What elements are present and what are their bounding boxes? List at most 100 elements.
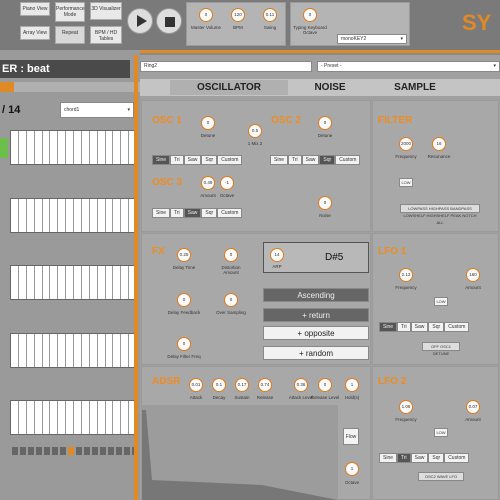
osc1-wave-custom[interactable]: Custom bbox=[217, 155, 243, 165]
osc3-wave-saw[interactable]: Saw bbox=[183, 208, 202, 218]
step-row[interactable] bbox=[10, 400, 138, 435]
osc2-wave-custom[interactable]: Custom bbox=[335, 155, 361, 165]
bpm-hd-tables-button[interactable]: BPM / HD Tables bbox=[90, 26, 122, 44]
osc3-wave-sqr[interactable]: Sqr bbox=[201, 208, 218, 218]
filter-frequency-knob[interactable]: 2000 bbox=[399, 137, 413, 151]
tab-noise[interactable]: NOISE bbox=[290, 80, 370, 95]
column-divider bbox=[134, 55, 138, 500]
array-view-button[interactable]: Array View bbox=[20, 26, 50, 40]
osc3-wave-custom[interactable]: Custom bbox=[217, 208, 243, 218]
step-row[interactable] bbox=[10, 333, 138, 368]
play-button[interactable] bbox=[127, 8, 153, 34]
adsr-flow-button[interactable]: Flow bbox=[343, 428, 359, 445]
lfo1-amount-knob[interactable]: 160 bbox=[466, 268, 480, 282]
adsr-sustain-knob[interactable]: 0.17 bbox=[235, 378, 249, 392]
step-row[interactable] bbox=[10, 198, 138, 233]
delay-filter-knob[interactable]: 0 bbox=[177, 337, 191, 351]
osc1-wave-saw[interactable]: Saw bbox=[183, 155, 202, 165]
lfo1-wave-sqr[interactable]: Sqr bbox=[428, 322, 445, 332]
chevron-down-icon: ▾ bbox=[400, 36, 403, 42]
distortion-knob[interactable]: 0 bbox=[224, 248, 238, 262]
adsr-attack-level-knob[interactable]: 0.36 bbox=[294, 378, 308, 392]
lfo1-wave-tri[interactable]: Tri bbox=[397, 322, 411, 332]
adsr-release-level-knob[interactable]: 0 bbox=[318, 378, 332, 392]
swing-knob[interactable]: 0.11 bbox=[263, 8, 277, 22]
tab-oscillator[interactable]: OSCILLATOR bbox=[170, 80, 288, 95]
distortion-label: Distortion Amount bbox=[221, 265, 241, 275]
lfo2-wave-sqr[interactable]: Sqr bbox=[428, 453, 445, 463]
noise-label: Noise bbox=[319, 213, 331, 218]
osc3-octave-knob[interactable]: -1 bbox=[220, 176, 234, 190]
osc2-detune-label: Detune bbox=[317, 133, 333, 138]
osc3-wave-tri[interactable]: Tri bbox=[170, 208, 184, 218]
arp-mode-ascending[interactable]: Ascending bbox=[263, 288, 369, 302]
adsr-release-knob[interactable]: 0.74 bbox=[258, 378, 272, 392]
lfo2-wave-saw[interactable]: Saw bbox=[410, 453, 429, 463]
osc2-wave-saw[interactable]: Saw bbox=[301, 155, 320, 165]
repeat-button[interactable]: Repeat bbox=[55, 26, 85, 44]
lfo2-low-button[interactable]: LOW bbox=[434, 428, 448, 437]
performance-mode-button[interactable]: Performance Mode bbox=[55, 2, 85, 22]
track-active-indicator bbox=[0, 138, 8, 158]
preset-select[interactable]: - Preset - ▾ bbox=[317, 61, 500, 72]
osc-mix-knob[interactable]: 0.5 bbox=[248, 124, 262, 138]
arp-knob[interactable]: 14 bbox=[270, 248, 284, 262]
arp-mode-return[interactable]: + return bbox=[263, 308, 369, 322]
osc1-wave-sine[interactable]: Sine bbox=[152, 155, 171, 165]
step-row[interactable] bbox=[10, 265, 138, 300]
progress-fill bbox=[0, 82, 14, 92]
osc3-wave-sine[interactable]: Sine bbox=[152, 208, 171, 218]
osc3-amount-knob[interactable]: 0.49 bbox=[201, 176, 215, 190]
patch-name-input[interactable]: Ring2 bbox=[140, 61, 312, 72]
delay-feedback-knob[interactable]: 0 bbox=[177, 293, 191, 307]
lfo1-wave-custom[interactable]: Custom bbox=[444, 322, 470, 332]
osc1-wave-tri[interactable]: Tri bbox=[170, 155, 184, 165]
lfo1-frequency-label: Frequency bbox=[395, 285, 417, 290]
noise-knob[interactable]: 0 bbox=[318, 196, 332, 210]
bpm-knob[interactable]: 120 bbox=[231, 8, 245, 22]
lfo1-target-selector[interactable]: OFF OSC1 DETUNE bbox=[422, 342, 460, 356]
lfo2-title: LFO 2 bbox=[378, 376, 407, 387]
osc1-detune-knob[interactable]: 0 bbox=[201, 116, 215, 130]
lfo2-wave-custom[interactable]: Custom bbox=[444, 453, 470, 463]
lfo1-frequency-knob[interactable]: 2.13 bbox=[399, 268, 413, 282]
lfo2-frequency-knob[interactable]: 1.06 bbox=[399, 400, 413, 414]
filter-type-selector[interactable]: LOWPASS HIGHPASS BANDPASS LOWSHELF HIGHS… bbox=[400, 204, 480, 225]
lfo2-amount-knob[interactable]: 0.07 bbox=[466, 400, 480, 414]
lfo1-wave-saw[interactable]: Saw bbox=[410, 322, 429, 332]
osc2-detune-knob[interactable]: 0 bbox=[318, 116, 332, 130]
arp-mode-random[interactable]: + random bbox=[263, 346, 369, 360]
preset-select-value: - Preset - bbox=[321, 63, 342, 69]
tab-sample[interactable]: SAMPLE bbox=[375, 80, 455, 95]
filter-resonance-knob[interactable]: 16 bbox=[432, 137, 446, 151]
filter-low-button[interactable]: LOW bbox=[399, 178, 413, 187]
osc1-wave-sqr[interactable]: Sqr bbox=[201, 155, 218, 165]
adsr-hold-knob[interactable]: 1 bbox=[345, 378, 359, 392]
octave-knob[interactable]: 0 bbox=[303, 8, 317, 22]
osc2-wave-sine[interactable]: Sine bbox=[270, 155, 289, 165]
delay-time-knob[interactable]: 0.25 bbox=[177, 248, 191, 262]
adsr-octave-knob[interactable]: 1 bbox=[345, 462, 359, 476]
lfo2-wave-sine[interactable]: Sine bbox=[379, 453, 398, 463]
adsr-decay-knob[interactable]: 0.1 bbox=[212, 378, 226, 392]
lfo2-wave-tri[interactable]: Tri bbox=[397, 453, 411, 463]
osc2-wave-sqr[interactable]: Sqr bbox=[319, 155, 336, 165]
stop-button[interactable] bbox=[156, 8, 182, 34]
adsr-attack-knob[interactable]: 0.01 bbox=[189, 378, 203, 392]
swing-label: Swing bbox=[263, 25, 277, 30]
brand-title: SY bbox=[462, 10, 492, 35]
master-volume-knob[interactable]: 0 bbox=[199, 8, 213, 22]
piano-view-button[interactable]: Piano View bbox=[20, 2, 50, 16]
lfo1-low-button[interactable]: LOW bbox=[434, 297, 448, 306]
arp-mode-opposite[interactable]: + opposite bbox=[263, 326, 369, 340]
over-sampling-knob[interactable]: 0 bbox=[224, 293, 238, 307]
track-select-value: chord1 bbox=[64, 107, 80, 113]
key-select[interactable]: monoKEY2 ▾ bbox=[337, 34, 407, 44]
lfo2-target-selector[interactable]: OSC2 WAVE LFO bbox=[418, 472, 464, 481]
track-select[interactable]: chord1 ▾ bbox=[60, 102, 134, 118]
lfo1-wave-sine[interactable]: Sine bbox=[379, 322, 398, 332]
3d-visualizer-button[interactable]: 3D Visualizer bbox=[90, 2, 122, 20]
osc2-wave-tri[interactable]: Tri bbox=[288, 155, 302, 165]
step-row[interactable] bbox=[10, 130, 138, 165]
key-select-value: monoKEY2 bbox=[341, 36, 367, 42]
